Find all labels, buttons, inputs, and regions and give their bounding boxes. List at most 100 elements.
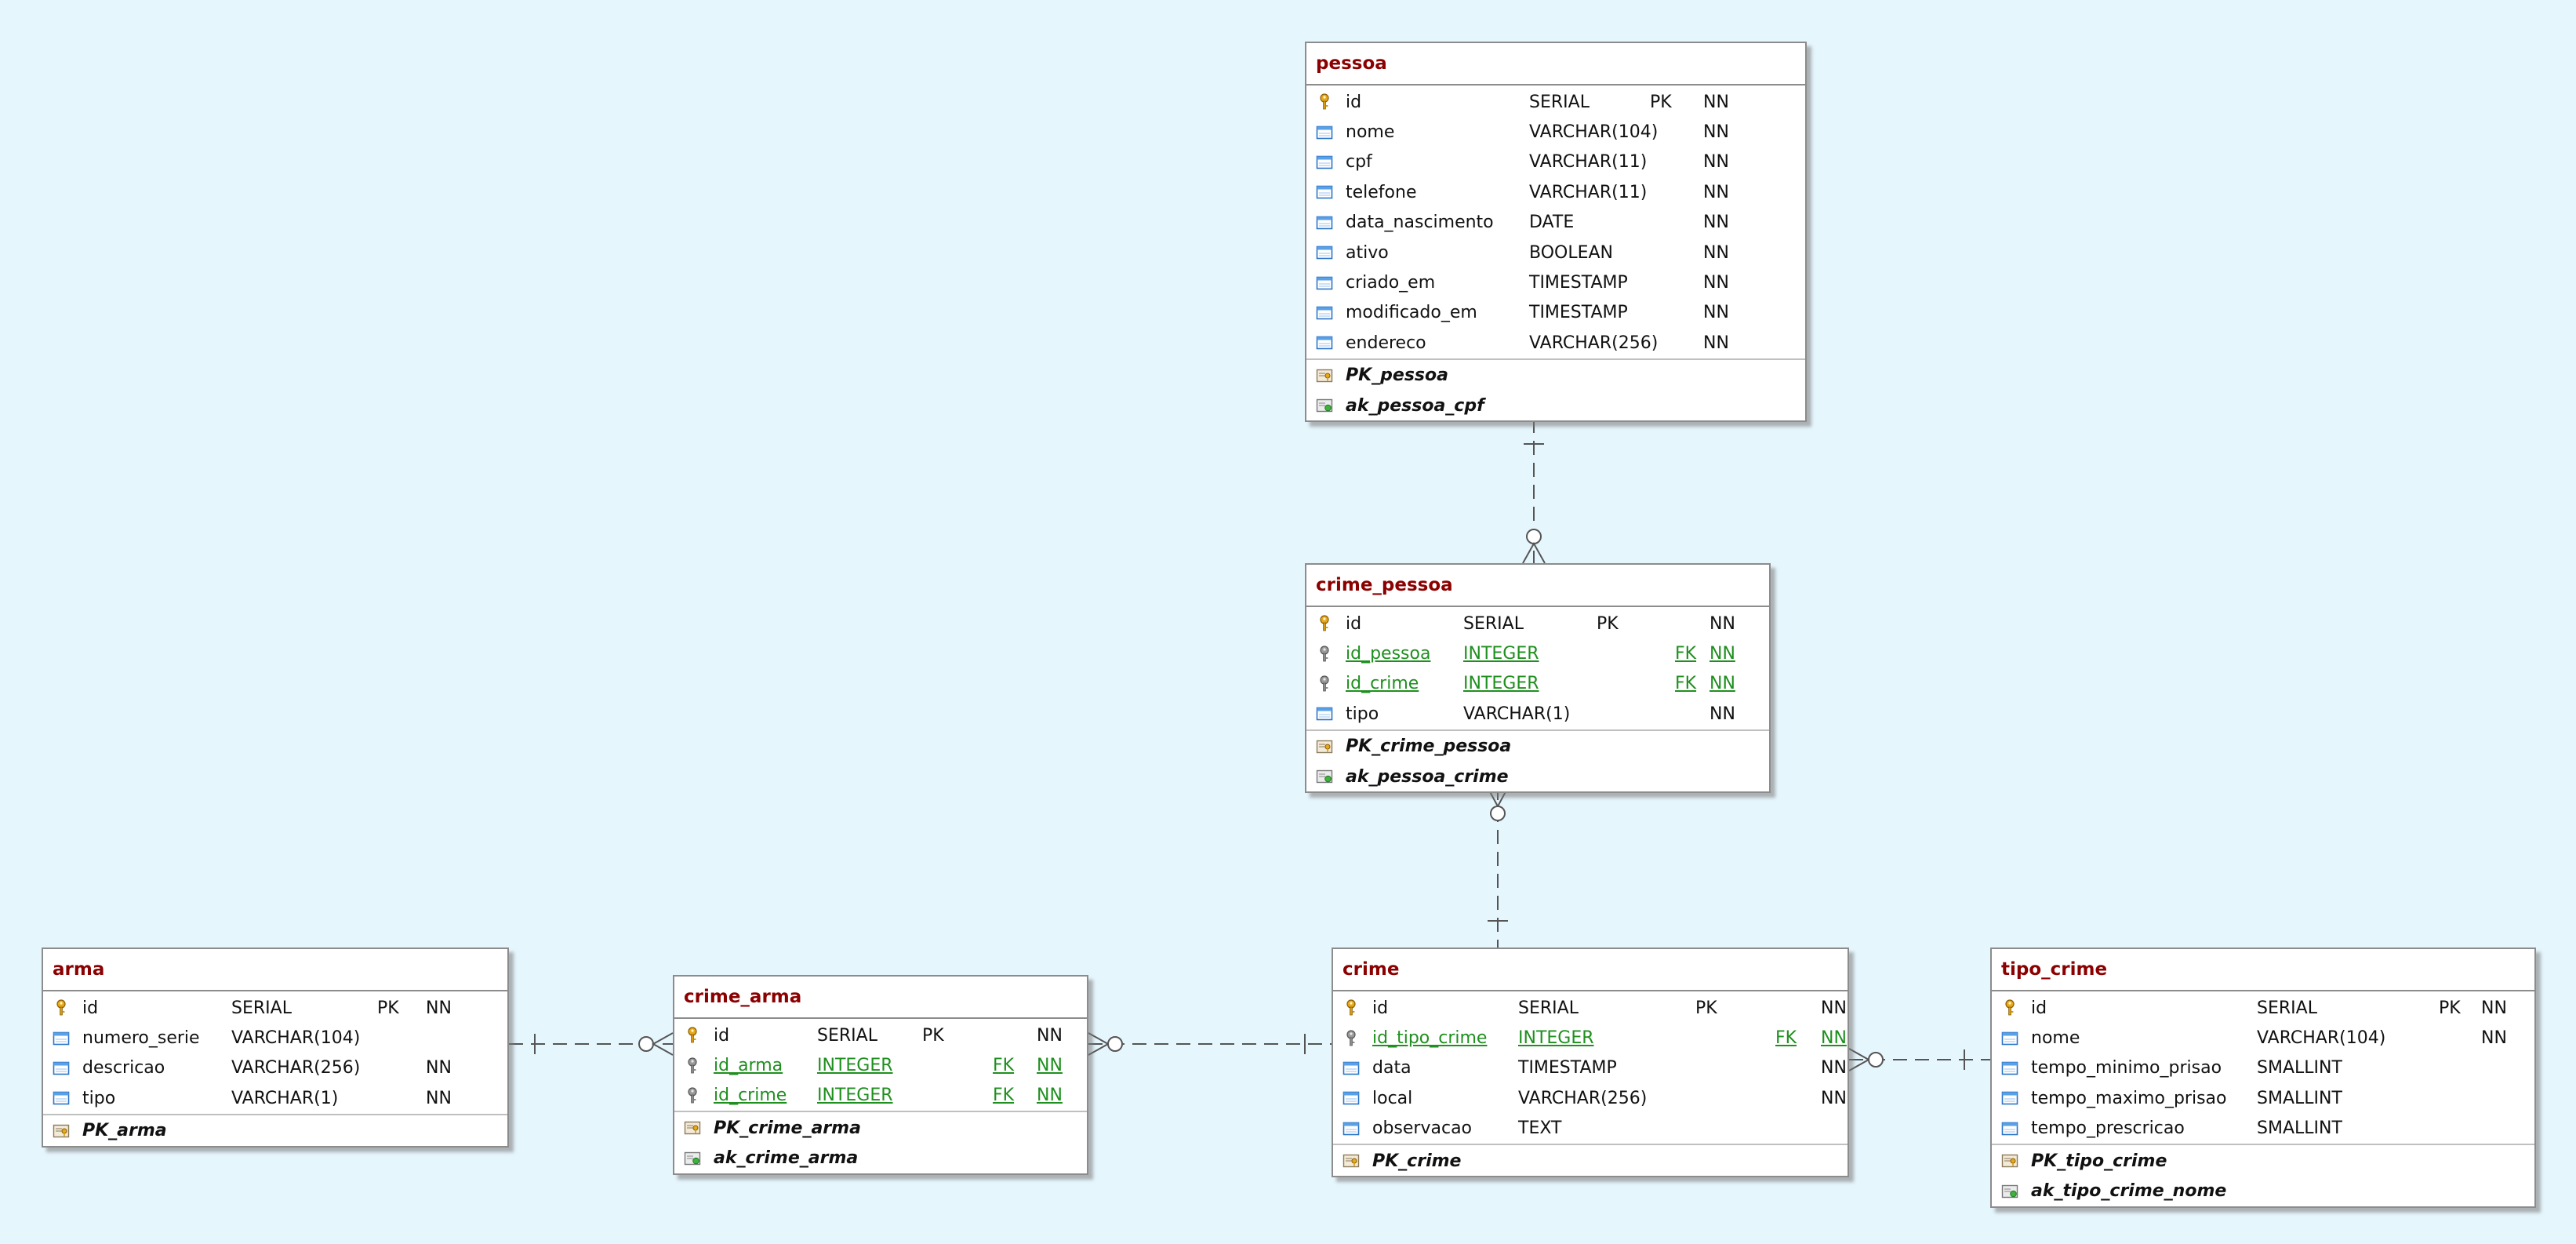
entity-crime[interactable]: crime id SERIAL PK NN id_tipo_crime INTEGER FK N… bbox=[1332, 948, 1849, 1178]
column-icon bbox=[1316, 275, 1333, 292]
entity-header[interactable]: arma bbox=[43, 949, 507, 991]
column-name: id bbox=[82, 998, 99, 1018]
column-row[interactable]: data_nascimento DATE NN bbox=[1306, 208, 1805, 238]
entity-crime_pessoa[interactable]: crime_pessoa id SERIAL PK NN id_pessoa INTEGER… bbox=[1305, 563, 1771, 794]
column-row[interactable]: observacao TEXT bbox=[1333, 1114, 1848, 1144]
column-row[interactable]: id SERIAL PK NN bbox=[1333, 993, 1848, 1023]
entity-arma[interactable]: arma id SERIAL PK NN numero_serie VARCHAR(104)… bbox=[42, 948, 509, 1148]
column-row[interactable]: id SERIAL PK NN bbox=[1992, 993, 2534, 1023]
foreign-key-icon bbox=[1342, 1029, 1360, 1047]
column-row[interactable]: telefone VARCHAR(11) NN bbox=[1306, 177, 1805, 207]
entity-pessoa[interactable]: pessoa id SERIAL PK NN nome VARCHAR(104) NN cpf V… bbox=[1305, 42, 1807, 423]
column-icon bbox=[53, 1060, 70, 1077]
column-nn-flag: NN bbox=[1703, 182, 1729, 202]
column-type: INTEGER bbox=[1463, 674, 1539, 694]
constraint-row[interactable]: PK_tipo_crime bbox=[1992, 1146, 2534, 1176]
constraint-row[interactable]: PK_crime_pessoa bbox=[1306, 732, 1769, 762]
column-type: INTEGER bbox=[817, 1086, 893, 1106]
entity-header[interactable]: crime_pessoa bbox=[1306, 565, 1769, 607]
column-row[interactable]: nome VARCHAR(104) NN bbox=[1306, 117, 1805, 147]
entity-header[interactable]: crime_arma bbox=[674, 977, 1087, 1019]
column-row[interactable]: descricao VARCHAR(256) NN bbox=[43, 1053, 507, 1083]
column-row[interactable]: tipo VARCHAR(1) NN bbox=[1306, 699, 1769, 729]
cardinality-zero-mark bbox=[1107, 1036, 1123, 1052]
column-fk-flag: FK bbox=[993, 1056, 1015, 1076]
constraint-row[interactable]: ak_crime_arma bbox=[674, 1144, 1087, 1173]
primary-key-icon bbox=[53, 999, 70, 1017]
entity-header[interactable]: pessoa bbox=[1306, 43, 1805, 85]
column-row[interactable]: modificado_em TIMESTAMP NN bbox=[1306, 298, 1805, 328]
column-row[interactable]: id SERIAL PK NN bbox=[674, 1020, 1087, 1050]
column-name: id_crime bbox=[1346, 674, 1419, 694]
column-row[interactable]: tipo VARCHAR(1) NN bbox=[43, 1083, 507, 1113]
column-row[interactable]: local VARCHAR(256) NN bbox=[1333, 1083, 1848, 1113]
column-row[interactable]: tempo_prescricao SMALLINT bbox=[1992, 1114, 2534, 1144]
column-row[interactable]: id_arma INTEGER FK NN bbox=[674, 1050, 1087, 1080]
column-row[interactable]: endereco VARCHAR(256) NN bbox=[1306, 328, 1805, 358]
column-pk-flag: PK bbox=[2439, 998, 2461, 1018]
constraint-row[interactable]: PK_crime_arma bbox=[674, 1113, 1087, 1143]
column-type: SMALLINT bbox=[2257, 1088, 2342, 1108]
cardinality-zero-mark bbox=[638, 1036, 654, 1052]
column-type: SERIAL bbox=[1529, 92, 1590, 112]
constraint-row[interactable]: PK_crime bbox=[1333, 1146, 1848, 1176]
column-icon bbox=[53, 1030, 70, 1047]
column-pk-flag: PK bbox=[377, 998, 399, 1018]
column-type: INTEGER bbox=[1463, 644, 1539, 664]
constraint-name: ak_tipo_crime_nome bbox=[2031, 1181, 2227, 1202]
entity-title: pessoa bbox=[1316, 53, 1387, 74]
column-row[interactable]: numero_serie VARCHAR(104) bbox=[43, 1023, 507, 1053]
column-row[interactable]: tempo_maximo_prisao SMALLINT bbox=[1992, 1083, 2534, 1113]
column-name: nome bbox=[1346, 122, 1395, 143]
entity-header[interactable]: crime bbox=[1333, 949, 1848, 991]
column-type: VARCHAR(256) bbox=[1518, 1088, 1648, 1108]
column-row[interactable]: id_crime INTEGER FK NN bbox=[674, 1081, 1087, 1111]
pk-constraint-icon bbox=[684, 1119, 701, 1137]
column-list: id SERIAL PK NN nome VARCHAR(104) NN tempo_mini… bbox=[1992, 991, 2534, 1144]
column-nn-flag: NN bbox=[426, 1058, 452, 1078]
column-fk-flag: FK bbox=[1675, 674, 1697, 694]
column-list: id SERIAL PK NN id_pessoa INTEGER FK NN id_crime… bbox=[1306, 607, 1769, 729]
column-type: DATE bbox=[1529, 213, 1575, 233]
column-row[interactable]: cpf VARCHAR(11) NN bbox=[1306, 147, 1805, 177]
column-row[interactable]: id SERIAL PK NN bbox=[43, 993, 507, 1023]
column-name: id bbox=[1346, 92, 1362, 112]
column-icon bbox=[1316, 244, 1333, 261]
column-row[interactable]: tempo_minimo_prisao SMALLINT bbox=[1992, 1053, 2534, 1083]
column-row[interactable]: id_pessoa INTEGER FK NN bbox=[1306, 638, 1769, 668]
column-row[interactable]: id SERIAL PK NN bbox=[1306, 87, 1805, 117]
constraint-list: PK_tipo_crime ak_tipo_crime_nome bbox=[1992, 1143, 2534, 1206]
column-name: tempo_minimo_prisao bbox=[2031, 1058, 2222, 1078]
column-name: local bbox=[1372, 1088, 1413, 1108]
pk-constraint-icon bbox=[1316, 367, 1333, 384]
entity-crime_arma[interactable]: crime_arma id SERIAL PK NN id_arma INTEGER FK NN… bbox=[673, 975, 1088, 1175]
column-list: id SERIAL PK NN id_arma INTEGER FK NN id_crime IN… bbox=[674, 1019, 1087, 1111]
constraint-row[interactable]: ak_pessoa_crime bbox=[1306, 762, 1769, 791]
entity-header[interactable]: tipo_crime bbox=[1992, 949, 2534, 991]
column-nn-flag: NN bbox=[1821, 998, 1847, 1018]
column-row[interactable]: id_tipo_crime INTEGER FK NN bbox=[1333, 1023, 1848, 1053]
column-row[interactable]: id SERIAL PK NN bbox=[1306, 609, 1769, 638]
column-row[interactable]: data TIMESTAMP NN bbox=[1333, 1053, 1848, 1083]
entity-title: crime_arma bbox=[684, 987, 802, 1007]
column-icon bbox=[2001, 1060, 2018, 1077]
column-type: TIMESTAMP bbox=[1529, 273, 1628, 293]
constraint-row[interactable]: ak_tipo_crime_nome bbox=[1992, 1176, 2534, 1206]
column-type: VARCHAR(1) bbox=[231, 1088, 339, 1108]
column-row[interactable]: criado_em TIMESTAMP NN bbox=[1306, 267, 1805, 297]
column-row[interactable]: ativo BOOLEAN NN bbox=[1306, 238, 1805, 267]
column-name: descricao bbox=[82, 1058, 165, 1078]
column-name: tempo_prescricao bbox=[2031, 1119, 2185, 1139]
column-row[interactable]: nome VARCHAR(104) NN bbox=[1992, 1023, 2534, 1053]
column-icon bbox=[53, 1089, 70, 1107]
column-icon bbox=[1342, 1089, 1360, 1107]
foreign-key-icon bbox=[684, 1057, 701, 1075]
column-name: id_pessoa bbox=[1346, 644, 1431, 664]
column-row[interactable]: id_crime INTEGER FK NN bbox=[1306, 669, 1769, 699]
column-name: observacao bbox=[1372, 1119, 1473, 1139]
constraint-row[interactable]: PK_arma bbox=[43, 1116, 507, 1146]
entity-tipo_crime[interactable]: tipo_crime id SERIAL PK NN nome VARCHAR(104) NN… bbox=[1990, 948, 2536, 1208]
column-name: tipo bbox=[1346, 704, 1379, 724]
constraint-row[interactable]: PK_pessoa bbox=[1306, 361, 1805, 391]
constraint-row[interactable]: ak_pessoa_cpf bbox=[1306, 391, 1805, 420]
